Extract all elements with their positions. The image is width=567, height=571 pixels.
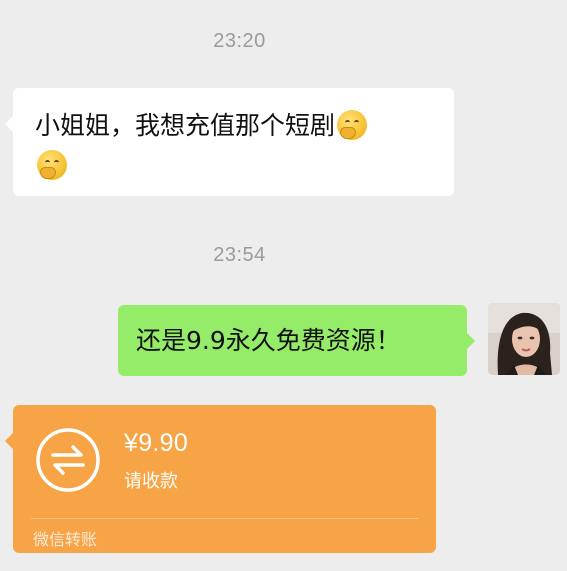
avatar-photo	[488, 303, 560, 375]
transfer-amount: ¥9.90	[124, 429, 189, 457]
avatar[interactable]	[488, 303, 560, 375]
outgoing-message-bubble[interactable]: 还是9.9永久免费资源！	[118, 305, 475, 376]
transfer-status: 请收款	[124, 471, 178, 492]
incoming-message-bubble[interactable]: 小姐姐，我想充值那个短剧	[5, 88, 454, 196]
timestamp: 23:54	[213, 244, 266, 266]
timestamp: 23:20	[213, 30, 266, 52]
transfer-footer-label: 微信转账	[33, 530, 98, 549]
incoming-message-text: 小姐姐，我想充值那个短剧	[35, 111, 336, 140]
shy-face-emoji-icon	[337, 110, 368, 140]
outgoing-message-text: 还是9.9永久免费资源！	[136, 326, 401, 355]
shy-face-emoji-icon	[37, 150, 67, 180]
transfer-arrows-icon	[36, 428, 100, 492]
transfer-divider	[31, 518, 418, 519]
wechat-transfer-card[interactable]: ¥9.90 请收款 微信转账	[5, 405, 436, 553]
